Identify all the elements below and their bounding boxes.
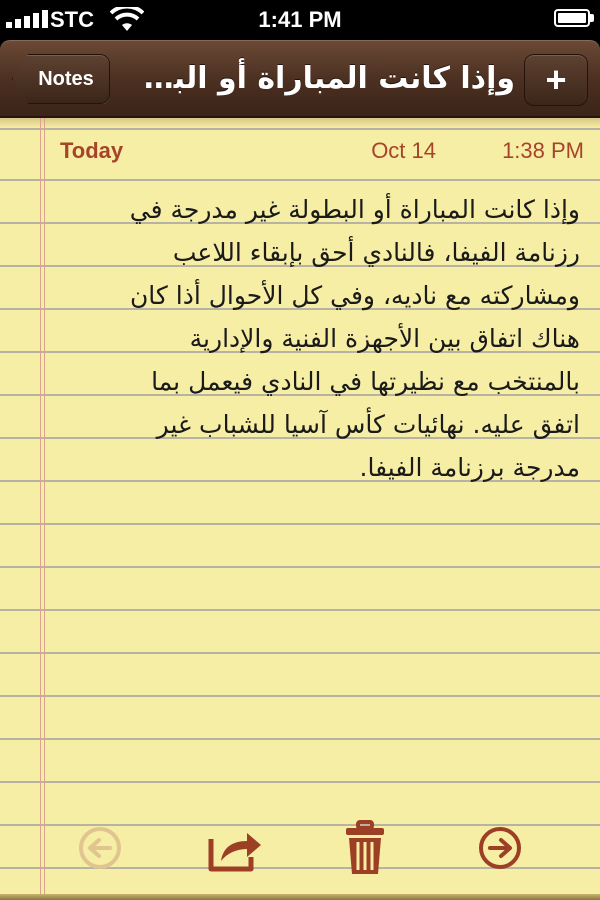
margin-line-left (40, 118, 41, 900)
note-line: هناك اتفاق بين الأجهزة الفنية والإدارية (189, 324, 580, 353)
note-paper[interactable]: Today Oct 14 1:38 PM وإذا كانت المباراة … (0, 118, 600, 900)
note-date: Oct 14 (371, 138, 436, 163)
margin-line-right (44, 118, 45, 900)
note-time: 1:38 PM (502, 138, 584, 163)
next-note-icon (479, 827, 521, 869)
delete-note-button[interactable] (335, 818, 395, 878)
next-note-button[interactable] (470, 818, 530, 878)
note-line: وإذا كانت المباراة أو البطولة غير مدرجة … (129, 195, 580, 224)
paper-shadow (0, 118, 600, 128)
battery-tip (590, 14, 594, 22)
previous-note-icon (79, 827, 121, 869)
note-title: وإذا كانت المباراة أو البطولة غير مدرجة … (125, 61, 515, 96)
note-line: اتفق عليه. نهائيات كأس آسيا للشباب غير (156, 410, 580, 439)
share-icon (208, 833, 261, 872)
note-line: بالمنتخب مع نظيرتها في النادي فيعمل بما (151, 367, 580, 396)
previous-note-button[interactable] (70, 818, 130, 878)
note-line: رزنامة الفيفا، فالنادي أحق بإبقاء اللاعب (172, 238, 580, 267)
note-line: ومشاركته مع ناديه، وفي كل الأحوال أذا كا… (129, 281, 580, 310)
status-bar: STC 1:41 PM (0, 0, 600, 40)
note-meta: Today Oct 14 1:38 PM (60, 138, 584, 170)
navigation-bar: Notes وإذا كانت المباراة أو البطولة غير … (0, 40, 600, 118)
trash-icon (346, 820, 384, 874)
note-day: Today (60, 138, 124, 163)
notes-back-button[interactable]: Notes (12, 54, 110, 104)
add-note-button[interactable]: + (524, 54, 588, 106)
share-button[interactable] (206, 818, 266, 878)
battery-icon (554, 9, 590, 27)
note-toolbar (0, 818, 600, 878)
note-line: مدرجة برزنامة الفيفا. (359, 453, 581, 482)
paper-bottom-edge (0, 894, 600, 900)
note-body[interactable]: وإذا كانت المباراة أو البطولة غير مدرجة … (58, 188, 580, 489)
status-time: 1:41 PM (258, 7, 342, 32)
